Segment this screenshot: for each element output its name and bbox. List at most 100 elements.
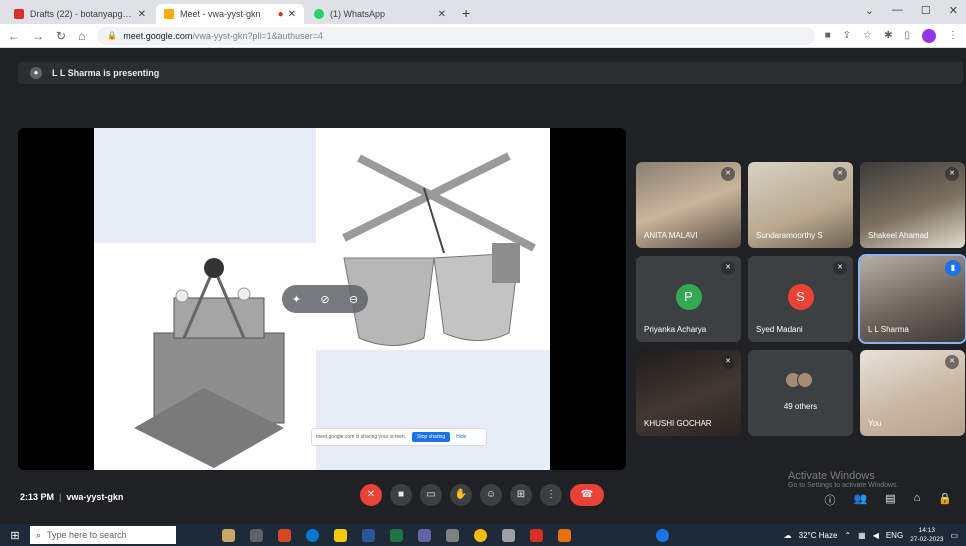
petersen-grab-photo (134, 258, 285, 468)
close-window-icon[interactable]: ✕ (949, 4, 958, 17)
mic-off-icon: ✕ (721, 355, 735, 369)
new-tab-button[interactable]: + (462, 5, 470, 21)
task-view-icon[interactable] (250, 528, 263, 542)
chat-icon[interactable]: ▤ (885, 492, 895, 508)
excel-icon[interactable] (390, 528, 403, 542)
file-explorer-icon[interactable] (334, 528, 347, 542)
mic-off-icon: ✕ (721, 261, 735, 275)
weather-text[interactable]: 32°C Haze (799, 531, 838, 540)
participant-tile-speaking[interactable]: ▮ L L Sharma (858, 254, 966, 344)
clock[interactable]: 14:13 27-02-2023 (910, 526, 943, 544)
participant-name: ANITA MALAVI (644, 231, 698, 240)
van-veen-grab-drawing (342, 152, 536, 346)
language-indicator[interactable]: ENG (886, 531, 903, 540)
chevron-down-icon[interactable]: ⌄ (865, 4, 874, 17)
acrobat-icon[interactable] (530, 528, 543, 542)
people-icon[interactable]: 👥 (854, 492, 868, 508)
mute-icon[interactable]: ⊘ (320, 293, 329, 306)
activities-icon[interactable]: ⌂ (914, 492, 921, 508)
leave-call-button[interactable]: ☎ (570, 484, 604, 506)
present-button[interactable]: ⊞ (510, 484, 532, 506)
tray-chevron-icon[interactable]: ⌃ (844, 531, 851, 540)
mic-off-icon: ✕ (833, 261, 847, 275)
host-controls-icon[interactable]: 🔒 (938, 492, 952, 508)
tab-gmail[interactable]: Drafts (22) - botanyapgdtdrgr ✕ (6, 4, 154, 24)
browser-tab-strip: Drafts (22) - botanyapgdtdrgr ✕ Meet - v… (0, 0, 966, 24)
info-icon[interactable]: ⓘ (825, 492, 836, 508)
system-tray: ☁ 32°C Haze ⌃ ▦ ◀ ENG 14:13 27-02-2023 ▭ (784, 524, 958, 546)
app-icon[interactable] (222, 528, 235, 542)
mic-off-icon: ✕ (721, 167, 735, 181)
hide-button[interactable]: Hide (456, 434, 466, 440)
reload-icon[interactable]: ↻ (56, 29, 66, 43)
stop-sharing-button[interactable]: Stop sharing (412, 432, 451, 442)
participant-tile[interactable]: ✕ ANITA MALAVI (636, 162, 741, 248)
star-icon[interactable]: ☆ (863, 30, 872, 41)
remove-icon[interactable]: ⊖ (349, 293, 358, 306)
tab-meet[interactable]: Meet - vwa-yyst-gkn ● ✕ (156, 4, 304, 24)
others-tile[interactable]: 49 others (748, 350, 853, 436)
home-icon[interactable]: ⌂ (78, 29, 85, 43)
participant-tile[interactable]: ✕ S Syed Madani (748, 256, 853, 342)
captions-button[interactable]: ▭ (420, 484, 442, 506)
close-icon[interactable]: ✕ (288, 9, 296, 20)
raise-hand-button[interactable]: ✋ (450, 484, 472, 506)
url-host: meet.google.com (123, 30, 193, 41)
notifications-icon[interactable]: ▭ (950, 531, 958, 540)
meeting-code: vwa-yyst-gkn (66, 492, 124, 502)
chrome-icon[interactable] (474, 528, 487, 542)
clock-time: 14:13 (918, 527, 935, 534)
presenter-banner: ● L L Sharma is presenting (18, 62, 963, 84)
participant-name: KHUSHI GOCHAR (644, 419, 712, 428)
meet-icon (164, 9, 174, 19)
app-icon[interactable] (656, 528, 669, 542)
camera-indicator-icon[interactable]: ■ (825, 30, 831, 41)
pin-icon[interactable]: ✦ (292, 293, 301, 306)
forward-icon[interactable]: → (32, 29, 44, 43)
maximize-icon[interactable]: ☐ (921, 4, 931, 17)
network-icon[interactable]: ▦ (858, 531, 866, 540)
participant-tile[interactable]: ✕ Shakeel Ahamad (860, 162, 965, 248)
tab-whatsapp[interactable]: (1) WhatsApp ✕ (306, 4, 454, 24)
teams-icon[interactable] (418, 528, 431, 542)
presentation-hover-controls: ✦ ⊘ ⊖ (282, 285, 368, 313)
mic-toggle-button[interactable]: ✕ (360, 484, 382, 506)
taskbar-apps (222, 528, 669, 542)
camera-toggle-button[interactable]: ■ (390, 484, 412, 506)
profile-avatar[interactable] (922, 28, 936, 43)
taskbar-search-placeholder: Type here to search (47, 530, 127, 540)
share-icon[interactable]: ⇪ (843, 30, 851, 41)
mic-off-icon: ✕ (945, 355, 959, 369)
taskbar-search[interactable]: ⌕ Type here to search (30, 526, 176, 544)
more-options-button[interactable]: ⋮ (540, 484, 562, 506)
toolbar-icons: ■ ⇪ ☆ ✱ ▯ ⋮ (825, 28, 958, 43)
participant-tile[interactable]: ✕ Sundaramoorthy S (748, 162, 853, 248)
app-icon[interactable] (558, 528, 571, 542)
tab-title: Drafts (22) - botanyapgdtdrgr (30, 9, 134, 19)
side-panel-icon[interactable]: ▯ (904, 30, 910, 41)
participant-name: Shakeel Ahamad (868, 231, 929, 240)
edge-icon[interactable] (306, 528, 319, 542)
word-icon[interactable] (362, 528, 375, 542)
participant-name: You (868, 419, 882, 428)
powerpoint-icon[interactable] (278, 528, 291, 542)
url-field[interactable]: 🔒 meet.google.com /vwa-yyst-gkn?pli=1&au… (97, 26, 815, 45)
windows-start-icon[interactable]: ⊞ (0, 529, 30, 542)
volume-icon[interactable]: ◀ (873, 531, 879, 540)
presentation-stage: meet.google.com is sharing your screen. … (18, 128, 626, 470)
back-icon[interactable]: ← (8, 29, 20, 43)
participant-tile[interactable]: ✕ P Priyanka Acharya (636, 256, 741, 342)
extensions-icon[interactable]: ✱ (884, 30, 892, 41)
close-icon[interactable]: ✕ (138, 9, 146, 20)
reactions-button[interactable]: ☺ (480, 484, 502, 506)
menu-icon[interactable]: ⋮ (948, 30, 958, 41)
settings-icon[interactable] (446, 528, 459, 542)
close-icon[interactable]: ✕ (438, 9, 446, 20)
meeting-time: 2:13 PM (20, 492, 55, 502)
self-tile[interactable]: ✕ You (860, 350, 965, 436)
minimize-icon[interactable]: — (892, 4, 903, 17)
participant-name: Priyanka Acharya (644, 325, 707, 334)
app-icon[interactable] (502, 528, 515, 542)
participant-tile[interactable]: ✕ KHUSHI GOCHAR (636, 350, 741, 436)
screen-share-notice: meet.google.com is sharing your screen. … (311, 428, 487, 446)
